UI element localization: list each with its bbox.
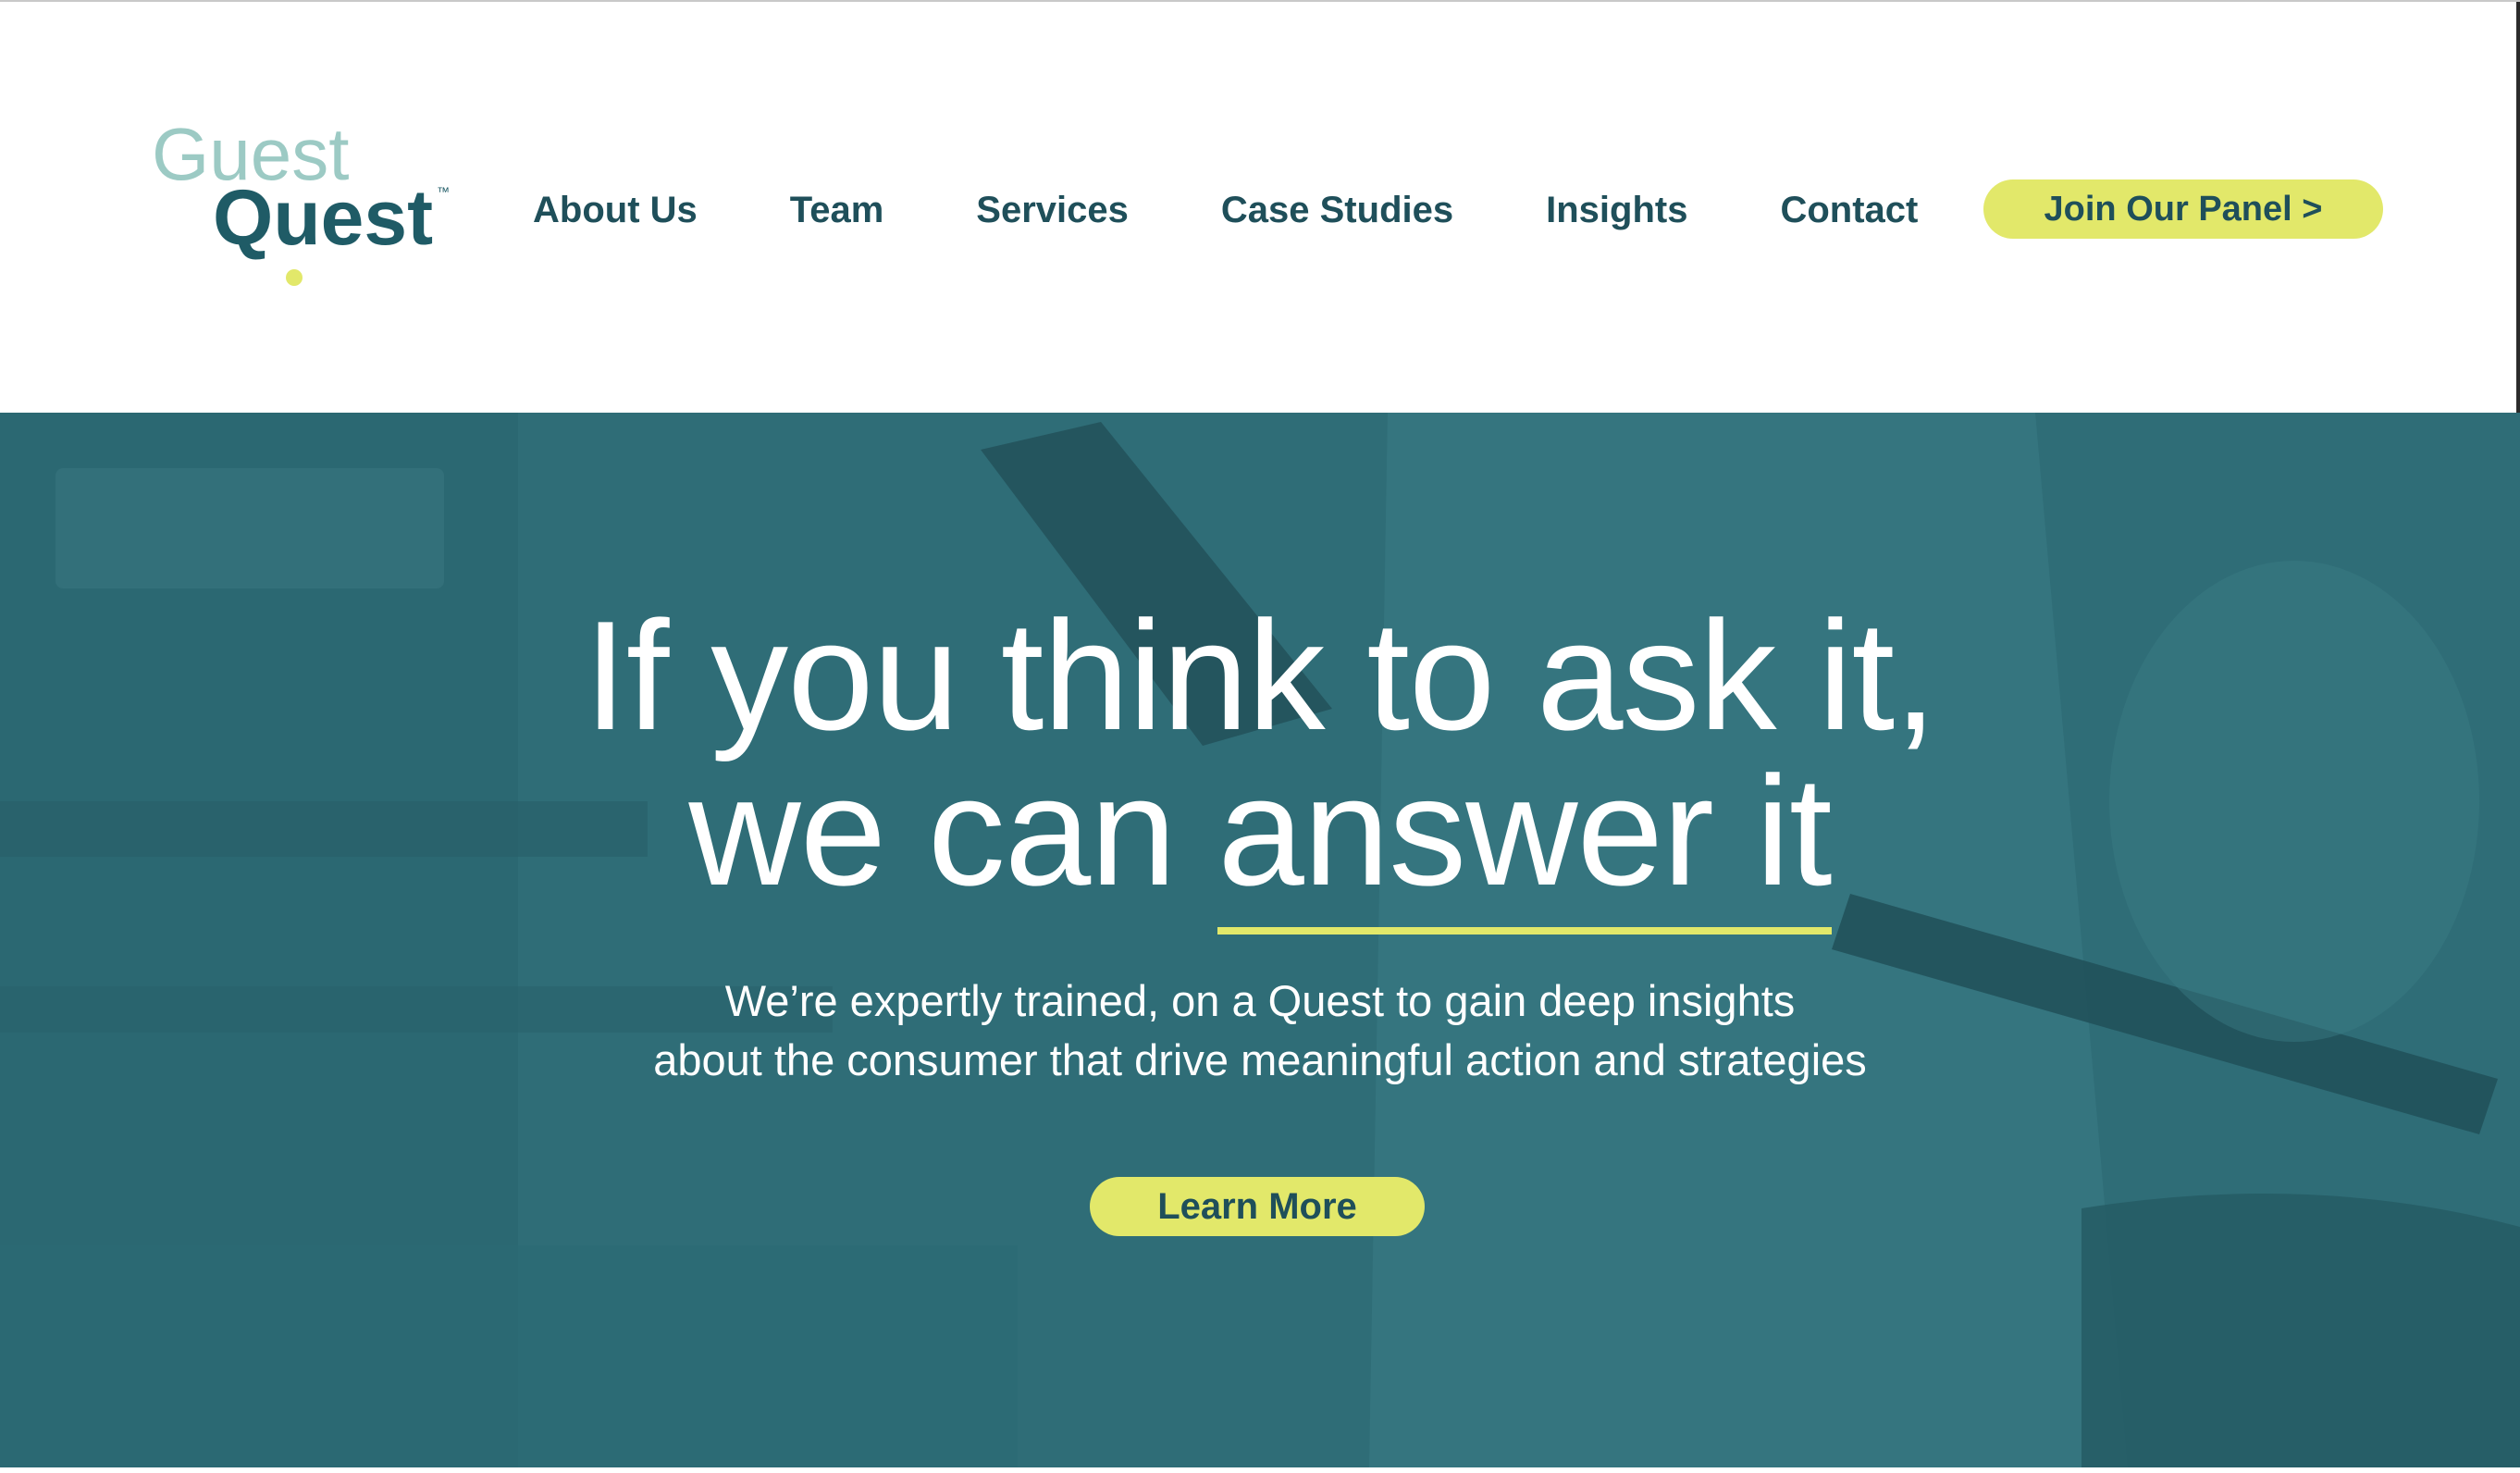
hero-subtitle-line-1: We’re expertly trained, on a Quest to ga… bbox=[724, 976, 1796, 1025]
logo-mark: Guest Quest ™ bbox=[152, 113, 450, 286]
site-header: Guest Quest ™ About Us Team Services Cas… bbox=[0, 0, 2520, 415]
guestquest-logo[interactable]: Guest Quest ™ bbox=[148, 113, 463, 289]
logo-dot-icon bbox=[286, 269, 303, 286]
bottom-strip bbox=[0, 1467, 2520, 1473]
hero-headline-line-2: we can answer it bbox=[0, 744, 2520, 935]
main-nav: About Us Team Services Case Studies Insi… bbox=[533, 178, 2010, 242]
hero-headline-line-1: If you think to ask it, bbox=[584, 588, 1937, 762]
nav-item-about-us[interactable]: About Us bbox=[533, 190, 698, 231]
page: Guest Quest ™ About Us Team Services Cas… bbox=[0, 0, 2520, 1473]
nav-item-team[interactable]: Team bbox=[790, 190, 884, 231]
learn-more-button[interactable]: Learn More bbox=[1090, 1177, 1425, 1236]
nav-item-contact[interactable]: Contact bbox=[1780, 190, 1918, 231]
hero-headline-emphasis: answer it bbox=[1217, 744, 1833, 935]
hero-headline: If you think to ask it, we can answer it bbox=[0, 598, 2520, 935]
window-edge bbox=[2516, 2, 2520, 415]
logo-bottom-word: Quest bbox=[213, 174, 433, 261]
nav-item-case-studies[interactable]: Case Studies bbox=[1221, 190, 1453, 231]
hero-subtitle-line-2: about the consumer that drive meaningful… bbox=[653, 1035, 1867, 1084]
hero-section: If you think to ask it, we can answer it… bbox=[0, 413, 2520, 1467]
nav-item-services[interactable]: Services bbox=[976, 190, 1129, 231]
hero-headline-prefix: we can bbox=[688, 744, 1218, 918]
hero-background-image bbox=[0, 413, 2520, 1467]
hero-subtitle: We’re expertly trained, on a Quest to ga… bbox=[0, 972, 2520, 1090]
nav-item-insights[interactable]: Insights bbox=[1546, 190, 1687, 231]
logo-trademark: ™ bbox=[437, 184, 450, 199]
join-panel-button[interactable]: Join Our Panel > bbox=[1983, 179, 2383, 239]
